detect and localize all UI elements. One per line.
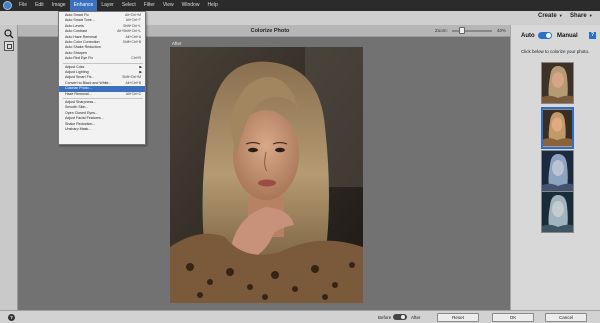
colorize-panel: Auto Manual ? Click below to colorize yo… xyxy=(510,25,600,310)
zoom-label: Zoom: xyxy=(435,28,448,33)
menu-window[interactable]: Window xyxy=(178,0,204,11)
menu-item-shortcut: Alt+Ctrl+Z xyxy=(125,91,141,96)
enhance-menu: Auto Smart Fix Alt+Ctrl+M Auto Smart Tone.… xyxy=(58,11,146,145)
share-label: Share xyxy=(570,13,587,19)
menu-item-label: Adjust Color xyxy=(65,64,85,69)
menu-item-label: Unsharp Mask... xyxy=(65,127,92,131)
thumbnail-image xyxy=(543,109,572,147)
hand-tool-button[interactable] xyxy=(4,41,14,51)
menu-select[interactable]: Select xyxy=(118,0,140,11)
menu-item-label: Auto Red Eye Fix xyxy=(65,56,93,61)
thumbnail-image xyxy=(542,63,573,103)
menu-item-haze-removal[interactable]: Haze Removal... Alt+Ctrl+Z xyxy=(59,92,145,97)
reset-button[interactable]: Reset xyxy=(437,313,479,322)
menu-item-label: Adjust Smart Fix... xyxy=(65,75,95,80)
menu-item-label: Auto Contrast xyxy=(65,29,87,34)
menu-item-label: Smooth Skin... xyxy=(65,105,89,110)
zoom-tool-button[interactable] xyxy=(4,29,14,39)
dialog-footer: ? Before After Reset OK Cancel xyxy=(0,310,600,323)
menu-item-label: Adjust Lighting xyxy=(65,70,89,74)
before-after-toggle[interactable] xyxy=(393,314,407,320)
menu-item-label: Adjust Sharpness... xyxy=(65,100,97,104)
zoom-slider-track[interactable] xyxy=(452,30,492,32)
auto-mode-label: Auto xyxy=(521,33,535,39)
menu-edit[interactable]: Edit xyxy=(31,0,48,11)
ok-button[interactable]: OK xyxy=(492,313,534,322)
colorize-option-thumbnail-selected[interactable] xyxy=(541,107,574,149)
menu-item-auto-red-eye-fix[interactable]: Auto Red Eye Fix Ctrl+R xyxy=(59,56,145,61)
menu-item-label: Colorize Photo... xyxy=(65,86,92,91)
colorize-option-thumbnail[interactable] xyxy=(541,150,574,192)
thumbnail-image xyxy=(542,192,573,232)
hand-icon xyxy=(6,43,12,49)
menu-item-shortcut: Ctrl+R xyxy=(131,56,141,61)
thumbnail-image xyxy=(542,151,573,191)
manual-mode-label: Manual xyxy=(557,33,578,39)
share-menu-button[interactable]: Share ▼ xyxy=(570,13,593,19)
help-icon[interactable]: ? xyxy=(8,314,15,321)
menu-filter[interactable]: Filter xyxy=(140,0,159,11)
toggle-knob xyxy=(546,33,551,38)
cancel-button[interactable]: Cancel xyxy=(545,313,587,322)
auto-manual-toggle[interactable] xyxy=(538,32,552,39)
menu-view[interactable]: View xyxy=(159,0,178,11)
dialog-title: Colorize Photo xyxy=(250,28,290,34)
menu-layer[interactable]: Layer xyxy=(97,0,118,11)
menu-item-label: Shake Reduction... xyxy=(65,121,96,126)
chevron-down-icon: ▼ xyxy=(558,13,563,18)
menu-image[interactable]: Image xyxy=(48,0,70,11)
colorize-option-thumbnail[interactable] xyxy=(541,191,574,233)
create-menu-button[interactable]: Create ▼ xyxy=(538,13,563,19)
chevron-down-icon: ▼ xyxy=(588,13,593,18)
create-label: Create xyxy=(538,13,557,19)
menu-separator xyxy=(63,62,143,64)
before-label: Before xyxy=(378,315,392,320)
menu-item-label: Haze Removal... xyxy=(65,91,92,96)
menu-item-label: Auto Sharpen xyxy=(65,50,87,55)
app-logo-icon[interactable] xyxy=(3,1,12,10)
menu-enhance[interactable]: Enhance xyxy=(69,0,98,11)
menu-item-label: Adjust Facial Features... xyxy=(65,116,104,121)
toggle-knob xyxy=(401,315,405,319)
menu-item-label: Auto Smart Tone... xyxy=(65,18,95,23)
menu-separator xyxy=(63,98,143,99)
tool-panel xyxy=(0,25,18,310)
help-icon[interactable]: ? xyxy=(589,32,596,39)
canvas-after-label: After xyxy=(172,41,182,46)
menu-item-label: Auto Levels xyxy=(65,23,84,28)
menu-help[interactable]: Help xyxy=(203,0,221,11)
portrait-photo xyxy=(170,47,363,303)
menu-item-label: Auto Smart Fix xyxy=(65,13,89,17)
menu-item-label: Open Closed Eyes... xyxy=(65,110,98,115)
colorize-hint: Click below to colorize your photo. xyxy=(521,49,590,54)
menu-item-label: Auto Shake Reduction xyxy=(65,45,101,50)
menu-item-label: Auto Color Correction xyxy=(65,40,100,44)
menu-item-unsharp-mask[interactable]: Unsharp Mask... xyxy=(59,127,145,132)
zoom-value: 40% xyxy=(497,28,507,33)
menu-item-label: Auto Haze Removal xyxy=(65,34,97,39)
after-label: After xyxy=(411,315,421,320)
colorize-option-thumbnail[interactable] xyxy=(541,62,574,104)
menu-items: File Edit Image Enhance Layer Select Filter Vie… xyxy=(15,0,222,11)
menu-item-label: Convert to Black and White... xyxy=(65,80,112,85)
menu-file[interactable]: File xyxy=(15,0,31,11)
photo-preview[interactable] xyxy=(170,47,363,303)
magnifier-icon xyxy=(4,29,14,39)
zoom-slider-knob[interactable] xyxy=(459,27,465,34)
menu-bar: File Edit Image Enhance Layer Select Filter Vie… xyxy=(0,0,600,11)
